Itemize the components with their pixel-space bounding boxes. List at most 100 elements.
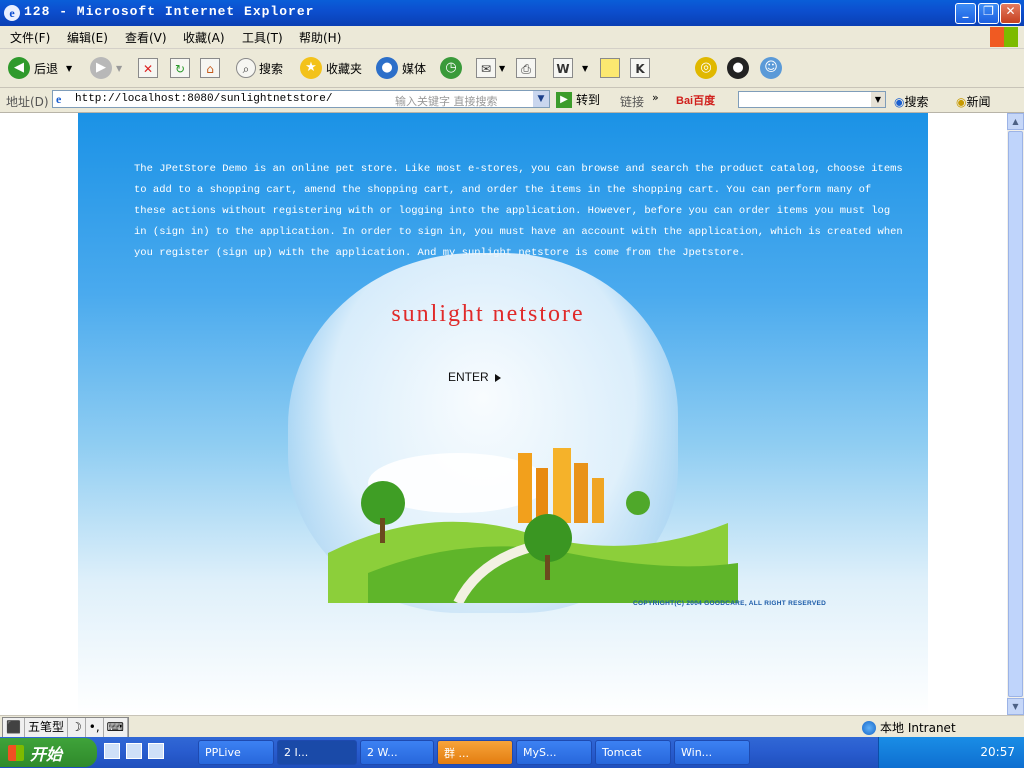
ime-logo-icon[interactable]: ⬛ bbox=[3, 718, 25, 737]
task-explorer[interactable]: 2 W... bbox=[360, 740, 434, 765]
people-icon: ☺ bbox=[760, 57, 782, 79]
close-button[interactable]: ✕ bbox=[1000, 3, 1021, 24]
search-icon: ◉ bbox=[894, 95, 905, 109]
menu-bar: 文件(F) 编辑(E) 查看(V) 收藏(A) 工具(T) 帮助(H) bbox=[0, 26, 1024, 49]
toolbar: ◀ 后退 ▼ ▶ ▼ ✕ ↻ ⌂ ⌕ 搜索 ★ 收藏夹 ● 媒体 ◷ ✉ ▼ ⎙ … bbox=[0, 49, 1024, 88]
task-pplive[interactable]: PPLive bbox=[198, 740, 274, 765]
menu-tools[interactable]: 工具(T) bbox=[242, 29, 283, 46]
task-label: 2 I... bbox=[284, 746, 309, 759]
window-title: 128 - Microsoft Internet Explorer bbox=[24, 4, 315, 19]
dropdown-arrow-icon[interactable]: ▼ bbox=[582, 64, 588, 73]
start-label: 开始 bbox=[30, 744, 63, 764]
favorites-button[interactable]: ★ 收藏夹 bbox=[300, 55, 362, 81]
quick-launch bbox=[104, 743, 164, 759]
task-label: 2 W... bbox=[367, 746, 398, 759]
keyboard-icon[interactable]: ⌨ bbox=[104, 718, 128, 737]
moon-icon[interactable]: ☽ bbox=[68, 718, 86, 737]
address-bar: 地址(D) e http://localhost:8080/sunlightne… bbox=[0, 88, 1024, 113]
dropdown-arrow-icon[interactable]: ▼ bbox=[499, 64, 505, 73]
scroll-thumb[interactable] bbox=[1008, 131, 1023, 697]
media-button[interactable]: ● 媒体 bbox=[376, 55, 426, 81]
discuss-button[interactable] bbox=[600, 55, 623, 81]
task-label: PPLive bbox=[205, 746, 241, 759]
scroll-down-icon[interactable]: ▼ bbox=[1007, 698, 1024, 715]
dropdown-arrow-icon[interactable]: ▼ bbox=[116, 64, 122, 73]
go-label: 转到 bbox=[576, 93, 601, 107]
enter-link[interactable]: ENTER bbox=[448, 370, 501, 384]
security-zone: 本地 Intranet bbox=[862, 719, 956, 736]
addon-button[interactable]: ◎ bbox=[695, 55, 721, 81]
task-label: Win... bbox=[681, 746, 713, 759]
start-button[interactable]: 开始 bbox=[0, 738, 97, 767]
task-buttons: PPLive 2 I... 2 W... 群 ... MyS... Tomcat… bbox=[198, 740, 750, 765]
media-label: 媒体 bbox=[402, 61, 427, 76]
baidu-logo[interactable]: Bai百度 bbox=[676, 92, 715, 108]
mail-icon: ✉ bbox=[476, 58, 496, 78]
task-tomcat[interactable]: Tomcat bbox=[595, 740, 671, 765]
quick-launch-icon[interactable] bbox=[126, 743, 142, 759]
task-mysql[interactable]: MyS... bbox=[516, 740, 592, 765]
quick-launch-icon[interactable] bbox=[148, 743, 164, 759]
contacts-button[interactable]: ☺ bbox=[760, 55, 786, 81]
windows-flag-icon bbox=[8, 744, 24, 761]
print-button[interactable]: ⎙ bbox=[516, 55, 539, 81]
home-icon: ⌂ bbox=[200, 58, 220, 78]
dropdown-arrow-icon[interactable]: ▼ bbox=[871, 92, 885, 107]
menu-help[interactable]: 帮助(H) bbox=[299, 29, 341, 46]
refresh-button[interactable]: ↻ bbox=[170, 55, 193, 81]
links-button[interactable]: 链接 bbox=[620, 93, 644, 110]
baidu-search-input[interactable]: ▼ bbox=[738, 91, 886, 108]
dropdown-arrow-icon[interactable]: ▼ bbox=[66, 64, 72, 73]
maximize-button[interactable]: ❐ bbox=[978, 3, 999, 24]
baidu-search-button[interactable]: ◉搜索 bbox=[894, 93, 929, 110]
page-viewport: The JPetStore Demo is an online pet stor… bbox=[0, 113, 1007, 715]
search-label: 搜索 bbox=[259, 61, 284, 76]
menu-edit[interactable]: 编辑(E) bbox=[67, 29, 108, 46]
go-button[interactable]: ▶ 转到 bbox=[556, 91, 600, 108]
system-tray: 20:57 bbox=[878, 737, 1024, 768]
messenger-button[interactable]: K bbox=[630, 55, 653, 81]
punctuation-icon[interactable]: •, bbox=[86, 718, 104, 737]
task-ie[interactable]: 2 I... bbox=[277, 740, 357, 765]
vertical-scrollbar[interactable]: ▲ ▼ bbox=[1007, 113, 1024, 715]
menu-view[interactable]: 查看(V) bbox=[125, 29, 167, 46]
task-label: Tomcat bbox=[602, 746, 642, 759]
page-ie-icon: e bbox=[56, 92, 62, 106]
search-button[interactable]: ⌕ 搜索 bbox=[236, 55, 283, 81]
title-bar: e 128 - Microsoft Internet Explorer _ ❐ … bbox=[0, 0, 1024, 26]
forward-button[interactable]: ▶ ▼ bbox=[90, 55, 122, 81]
stop-icon: ✕ bbox=[138, 58, 158, 78]
landscape-illustration bbox=[328, 448, 738, 603]
forward-arrow-icon: ▶ bbox=[90, 57, 112, 79]
ime-mode[interactable]: 五笔型 bbox=[25, 718, 68, 737]
back-button[interactable]: ◀ 后退 ▼ bbox=[8, 55, 72, 81]
history-button[interactable]: ◷ bbox=[440, 55, 466, 81]
task-label: MyS... bbox=[523, 746, 557, 759]
stop-button[interactable]: ✕ bbox=[138, 55, 161, 81]
task-win[interactable]: Win... bbox=[674, 740, 750, 765]
home-button[interactable]: ⌂ bbox=[200, 55, 223, 81]
word-icon: W bbox=[553, 58, 573, 78]
zone-label: 本地 Intranet bbox=[880, 721, 956, 735]
address-input[interactable]: e http://localhost:8080/sunlightnetstore… bbox=[52, 90, 550, 108]
address-dropdown-icon[interactable]: ▼ bbox=[533, 91, 549, 107]
ie-icon: e bbox=[4, 5, 20, 21]
mail-button[interactable]: ✉ ▼ bbox=[476, 55, 505, 81]
qq-button[interactable]: ● bbox=[727, 55, 753, 81]
edit-button[interactable]: W ▼ bbox=[553, 55, 588, 81]
clock[interactable]: 20:57 bbox=[980, 745, 1015, 759]
refresh-icon: ↻ bbox=[170, 58, 190, 78]
menu-favorites[interactable]: 收藏(A) bbox=[183, 29, 225, 46]
task-qq-group[interactable]: 群 ... bbox=[437, 740, 513, 765]
show-desktop-icon[interactable] bbox=[104, 743, 120, 759]
k-icon: K bbox=[630, 58, 650, 78]
addon-icon: ◎ bbox=[695, 57, 717, 79]
windows-logo-icon bbox=[990, 27, 1018, 47]
ime-toolbar[interactable]: ⬛ 五笔型 ☽ •, ⌨ bbox=[2, 717, 129, 738]
news-button[interactable]: ◉新闻 bbox=[956, 93, 991, 110]
chevron-right-icon[interactable]: » bbox=[652, 91, 659, 104]
minimize-button[interactable]: _ bbox=[955, 3, 976, 24]
enter-label: ENTER bbox=[448, 370, 489, 384]
menu-file[interactable]: 文件(F) bbox=[10, 29, 50, 46]
scroll-up-icon[interactable]: ▲ bbox=[1007, 113, 1024, 130]
